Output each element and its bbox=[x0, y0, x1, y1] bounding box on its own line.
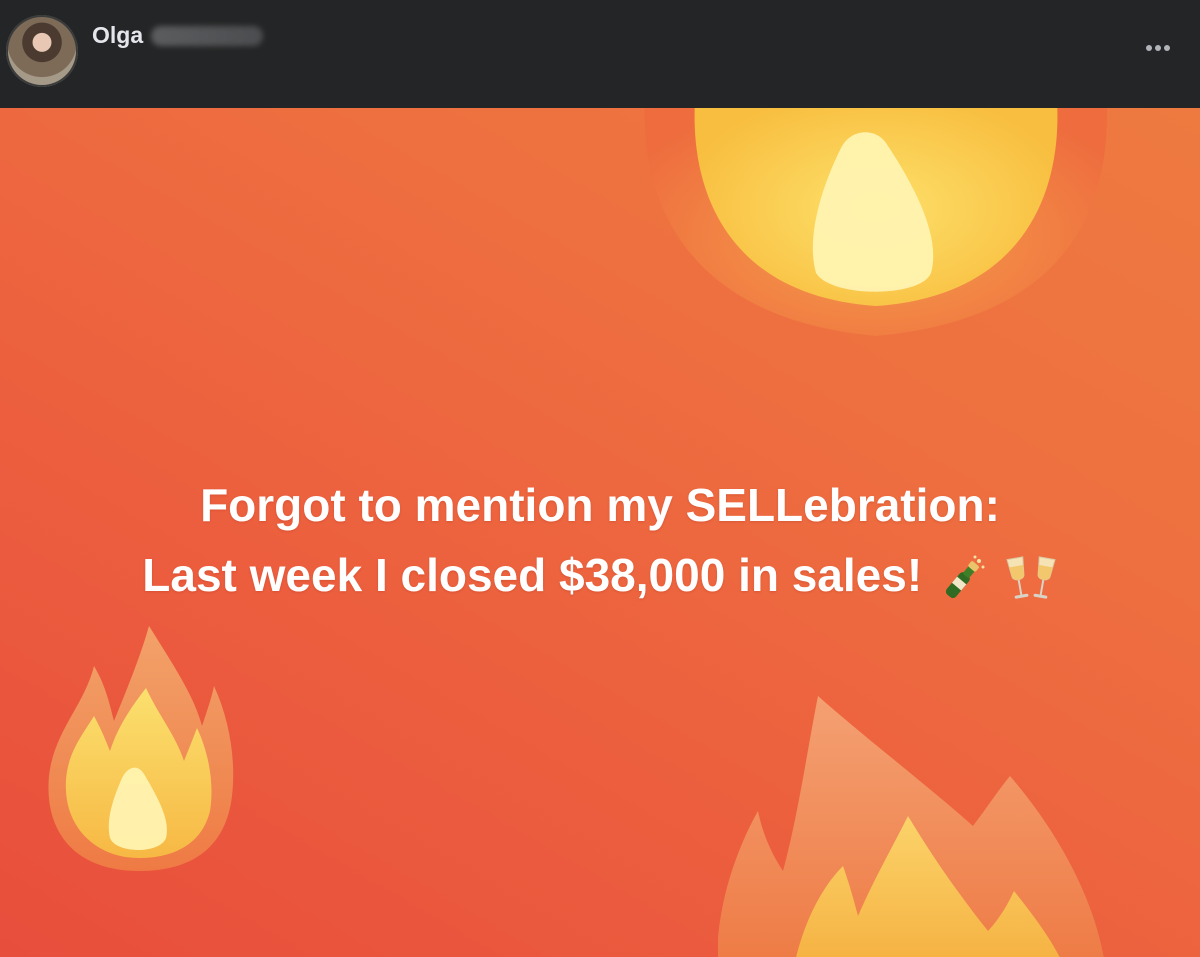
more-dot bbox=[1146, 45, 1152, 51]
more-dot bbox=[1164, 45, 1170, 51]
more-options-icon[interactable] bbox=[1140, 36, 1176, 60]
author-avatar[interactable] bbox=[6, 15, 78, 87]
post-background-card: Forgot to mention my SELLebration: Last … bbox=[0, 108, 1200, 957]
champagne-bottle-icon bbox=[945, 555, 985, 598]
fire-icon bbox=[718, 696, 1104, 957]
post-text-line-2: Last week I closed $38,000 in sales! bbox=[0, 540, 1200, 610]
clinking-glasses-icon bbox=[1006, 556, 1056, 599]
post-text-line-2-label: Last week I closed $38,000 in sales! bbox=[142, 549, 923, 601]
post-header: Olga bbox=[0, 0, 1200, 108]
fire-icon bbox=[48, 626, 234, 871]
author-last-name-redacted bbox=[151, 25, 264, 46]
post-text: Forgot to mention my SELLebration: Last … bbox=[0, 470, 1200, 610]
fire-icon bbox=[644, 108, 1107, 336]
post-text-line-1: Forgot to mention my SELLebration: bbox=[200, 479, 1000, 531]
more-dot bbox=[1155, 45, 1161, 51]
author-first-name[interactable]: Olga bbox=[92, 22, 143, 49]
author-name[interactable]: Olga bbox=[92, 22, 264, 49]
